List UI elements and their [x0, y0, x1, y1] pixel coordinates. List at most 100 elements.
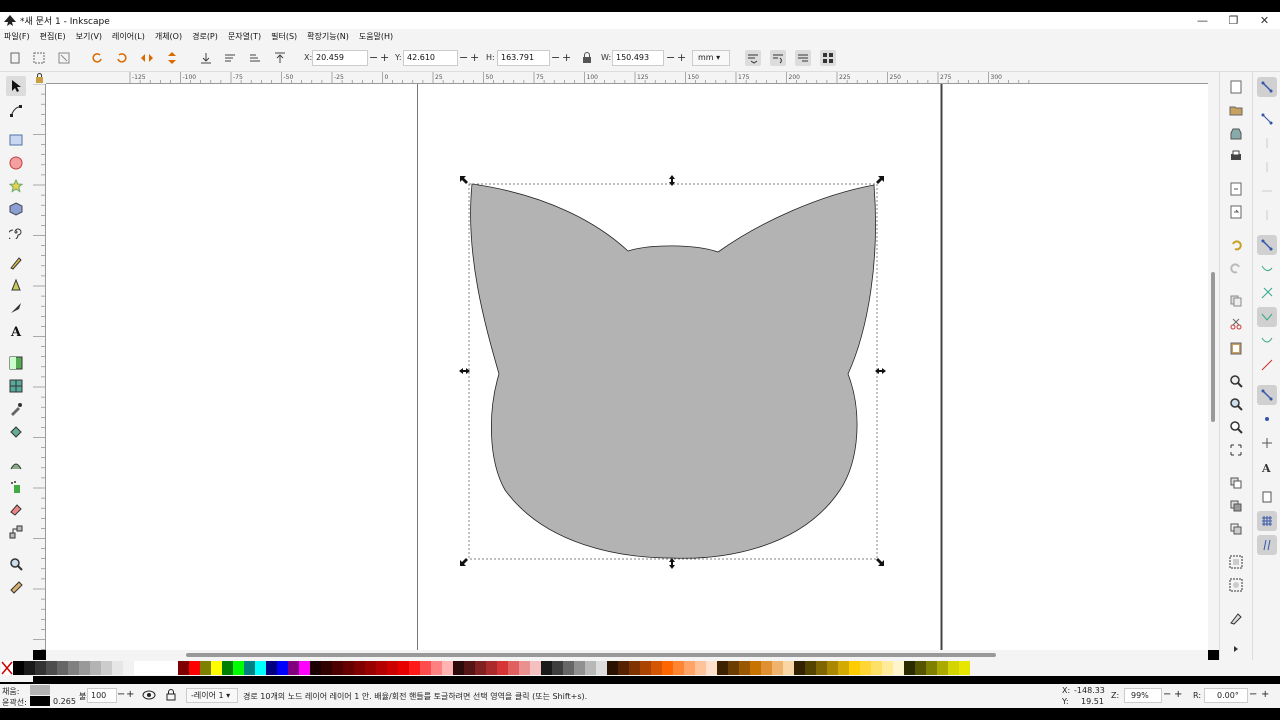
- menu-object[interactable]: 개체(O): [155, 31, 182, 42]
- spiral-tool-icon[interactable]: [6, 222, 26, 242]
- palette-swatch[interactable]: [68, 661, 79, 675]
- palette-swatch[interactable]: [629, 661, 640, 675]
- palette-swatch[interactable]: [178, 661, 189, 675]
- rotate-increment-button[interactable]: +: [1261, 689, 1269, 700]
- deselect-icon[interactable]: [56, 50, 72, 66]
- palette-swatch[interactable]: [563, 661, 574, 675]
- rotate-input[interactable]: 0.00°: [1204, 688, 1248, 703]
- snap-page-border-icon[interactable]: [1257, 487, 1277, 507]
- palette-swatch[interactable]: [805, 661, 816, 675]
- palette-swatch[interactable]: [926, 661, 937, 675]
- palette-swatch[interactable]: [937, 661, 948, 675]
- palette-swatch[interactable]: [13, 661, 24, 675]
- palette-swatch[interactable]: [860, 661, 871, 675]
- ellipse-tool-icon[interactable]: [6, 153, 26, 173]
- menu-text[interactable]: 문자열(T): [228, 31, 261, 42]
- horizontal-scroll-thumb[interactable]: [186, 653, 996, 657]
- palette-swatch[interactable]: [739, 661, 750, 675]
- palette-swatch[interactable]: [904, 661, 915, 675]
- print-icon[interactable]: [1229, 150, 1243, 164]
- palette-swatch[interactable]: [728, 661, 739, 675]
- palette-swatch[interactable]: [332, 661, 343, 675]
- layer-lock-icon[interactable]: [166, 688, 176, 701]
- h-input[interactable]: 163.791: [497, 50, 550, 66]
- cat-head-shape[interactable]: [470, 183, 876, 559]
- palette-swatch[interactable]: [376, 661, 387, 675]
- no-paint-icon[interactable]: [1, 661, 13, 675]
- palette-swatch[interactable]: [684, 661, 695, 675]
- cut-icon[interactable]: [1229, 317, 1243, 331]
- palette-swatch[interactable]: [893, 661, 904, 675]
- palette-swatch[interactable]: [354, 661, 365, 675]
- palette-swatch[interactable]: [288, 661, 299, 675]
- palette-swatch[interactable]: [321, 661, 332, 675]
- stroke-indicator[interactable]: [30, 696, 50, 706]
- horizontal-ruler[interactable]: -125 -100 -75 -50 -25 0 25 50 75 100 125 150 175 200 2…: [46, 72, 1208, 84]
- clone-icon[interactable]: [1229, 499, 1243, 513]
- menu-file[interactable]: 파일(F): [4, 31, 30, 42]
- zoom-input[interactable]: 99%: [1124, 688, 1162, 703]
- drawing-canvas[interactable]: [46, 84, 1208, 650]
- select-all-layers-icon[interactable]: [31, 50, 47, 66]
- snap-bbox-edge-icon[interactable]: [1257, 133, 1277, 153]
- pencil-tool-icon[interactable]: [6, 253, 26, 273]
- scale-stroke-icon[interactable]: [745, 50, 761, 66]
- rotate-ccw-icon[interactable]: [89, 50, 105, 66]
- close-button[interactable]: ✕: [1249, 12, 1280, 29]
- text-tool-icon[interactable]: A: [6, 321, 26, 341]
- palette-swatch[interactable]: [233, 661, 244, 675]
- snap-bbox-center-icon[interactable]: [1257, 205, 1277, 225]
- x-increment-button[interactable]: +: [380, 51, 389, 65]
- fill-stroke-icon[interactable]: [1229, 611, 1243, 625]
- palette-swatch[interactable]: [519, 661, 530, 675]
- zoom-decrement-button[interactable]: −: [1163, 689, 1171, 700]
- palette-swatch[interactable]: [607, 661, 618, 675]
- x-decrement-button[interactable]: −: [369, 51, 378, 65]
- node-tool-icon[interactable]: [6, 101, 26, 121]
- snap-cusp-nodes-icon[interactable]: [1257, 307, 1277, 327]
- palette-swatch[interactable]: [266, 661, 277, 675]
- palette-swatch[interactable]: [79, 661, 90, 675]
- connector-tool-icon[interactable]: [6, 522, 26, 542]
- x-input[interactable]: 20.459: [312, 50, 368, 66]
- gradient-tool-icon[interactable]: [6, 353, 26, 373]
- flip-vertical-icon[interactable]: [164, 50, 180, 66]
- paint-bucket-icon[interactable]: [6, 422, 26, 442]
- palette-swatch[interactable]: [497, 661, 508, 675]
- palette-swatch[interactable]: [255, 661, 266, 675]
- measure-tool-icon[interactable]: [6, 577, 26, 597]
- palette-swatch[interactable]: [35, 661, 46, 675]
- palette-swatch[interactable]: [464, 661, 475, 675]
- vertical-scroll-thumb[interactable]: [1211, 272, 1215, 422]
- palette-swatch[interactable]: [761, 661, 772, 675]
- ungroup-icon[interactable]: [1229, 578, 1243, 592]
- new-document-icon[interactable]: [1229, 80, 1243, 94]
- select-all-icon[interactable]: [7, 50, 23, 66]
- palette-swatch[interactable]: [695, 661, 706, 675]
- snap-smooth-nodes-icon[interactable]: [1257, 331, 1277, 351]
- palette-swatch[interactable]: [915, 661, 926, 675]
- palette-swatch[interactable]: [541, 661, 552, 675]
- unit-select[interactable]: mm ▾: [692, 50, 730, 66]
- layer-select[interactable]: -레이어 1 ▾: [186, 688, 238, 703]
- raise-icon[interactable]: [247, 50, 263, 66]
- zoom-selection-icon[interactable]: [1229, 374, 1243, 388]
- menu-path[interactable]: 경로(P): [192, 31, 218, 42]
- import-icon[interactable]: [1229, 182, 1243, 196]
- vertical-scrollbar[interactable]: [1208, 72, 1219, 650]
- maximize-button[interactable]: ❐: [1218, 12, 1249, 29]
- zoom-increment-button[interactable]: +: [1174, 689, 1182, 700]
- palette-swatch[interactable]: [156, 661, 167, 675]
- snap-text-baseline-icon[interactable]: A: [1257, 457, 1277, 477]
- calligraphy-tool-icon[interactable]: [6, 298, 26, 318]
- snap-guides-icon[interactable]: [1257, 535, 1277, 555]
- palette-swatch[interactable]: [24, 661, 35, 675]
- palette-swatch[interactable]: [717, 661, 728, 675]
- save-icon[interactable]: [1229, 127, 1243, 141]
- vertical-ruler[interactable]: [33, 84, 46, 650]
- palette-swatch[interactable]: [167, 661, 178, 675]
- layer-visibility-icon[interactable]: [142, 689, 156, 701]
- h-increment-button[interactable]: +: [562, 51, 571, 65]
- 3dbox-tool-icon[interactable]: [6, 199, 26, 219]
- y-input[interactable]: 42.610: [403, 50, 458, 66]
